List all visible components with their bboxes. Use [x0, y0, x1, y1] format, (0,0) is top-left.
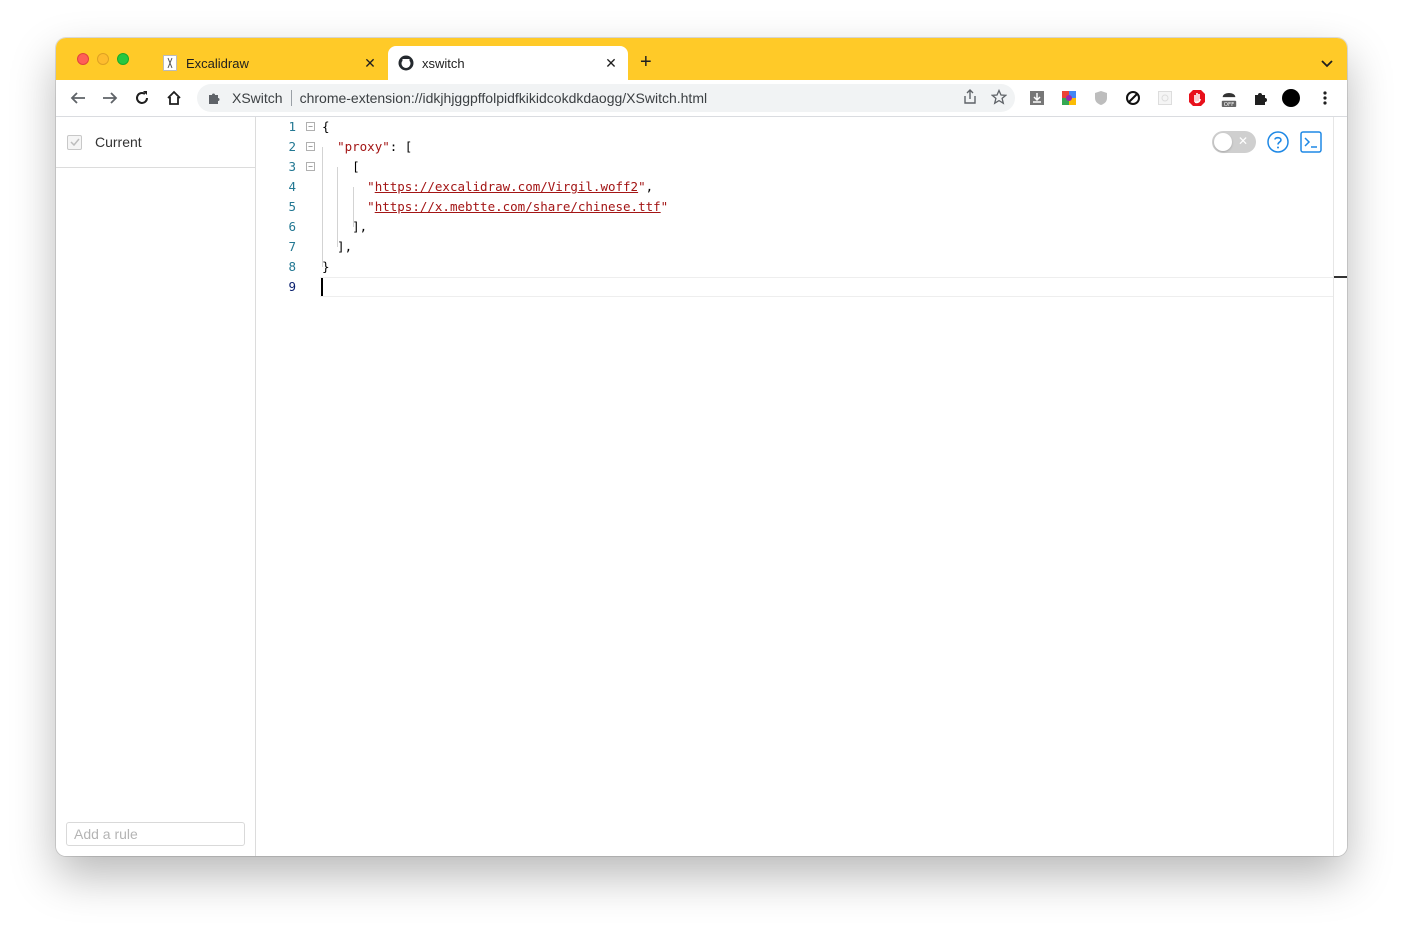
url-link[interactable]: https://x.mebtte.com/share/chinese.ttf [375, 199, 661, 214]
url-text[interactable]: chrome-extension://idkjhjggpffolpidfkiki… [300, 90, 708, 106]
code-line: { [322, 119, 330, 134]
close-tab-icon[interactable]: ✕ [602, 54, 620, 72]
browser-toolbar: XSwitch chrome-extension://idkjhjggpffol… [56, 80, 1347, 117]
json-editor[interactable]: 1 2 3 4 5 6 7 8 9 − − − { "proxy": [ [ "… [256, 117, 1333, 856]
text-caret [321, 278, 323, 296]
excalidraw-icon [162, 55, 178, 71]
github-icon [398, 55, 414, 71]
rule-item-current[interactable]: Current [56, 117, 255, 168]
line-number: 4 [288, 179, 296, 194]
code-line: } [322, 259, 330, 274]
code-line: "https://x.mebtte.com/share/chinese.ttf" [367, 199, 669, 214]
incognito-off-extension-icon[interactable]: OFF [1220, 89, 1238, 108]
fold-toggle-icon[interactable]: − [306, 122, 315, 131]
code-line: "proxy": [ [337, 139, 413, 154]
tab-xswitch[interactable]: xswitch ✕ [388, 46, 628, 80]
line-number: 9 [288, 279, 296, 294]
proxy-toggle[interactable]: ✕ [1212, 131, 1256, 153]
toggle-knob [1214, 133, 1232, 151]
zoom-window-button[interactable] [117, 53, 129, 65]
browser-window: Excalidraw ✕ xswitch ✕ + XSwitch chrome-… [56, 38, 1347, 856]
line-number: 6 [288, 219, 296, 234]
current-line-highlight [320, 277, 1333, 297]
profile-avatar[interactable] [1282, 89, 1300, 107]
close-window-button[interactable] [77, 53, 89, 65]
current-checkbox[interactable] [67, 134, 82, 150]
adblock-extension-icon[interactable] [1188, 89, 1206, 107]
tab-title: Excalidraw [186, 55, 249, 71]
download-extension-icon[interactable] [1028, 89, 1046, 107]
minimize-window-button[interactable] [97, 53, 109, 65]
svg-text:OFF: OFF [1224, 102, 1234, 108]
code-line: ], [322, 219, 368, 234]
scroll-position-marker [1334, 276, 1347, 278]
shield-extension-icon[interactable] [1092, 89, 1110, 107]
fold-toggle-icon[interactable]: − [306, 142, 315, 151]
color-picker-extension-icon[interactable] [1060, 89, 1078, 107]
new-tab-button[interactable]: + [640, 52, 652, 72]
close-tab-icon[interactable]: ✕ [361, 54, 379, 72]
back-icon[interactable] [68, 88, 88, 108]
terminal-icon[interactable] [1300, 131, 1322, 153]
code-line: [ [322, 159, 360, 174]
chevron-down-icon[interactable] [1321, 55, 1333, 73]
code-line: ], [322, 239, 353, 254]
line-number: 8 [288, 259, 296, 274]
reload-icon[interactable] [132, 88, 152, 108]
inactive-extension-icon[interactable] [1156, 89, 1174, 107]
home-icon[interactable] [164, 88, 184, 108]
tab-title: xswitch [422, 55, 465, 71]
block-extension-icon[interactable] [1124, 89, 1142, 107]
line-number: 5 [288, 199, 296, 214]
rules-sidebar: Current [56, 117, 268, 856]
share-icon[interactable] [963, 89, 977, 108]
close-icon: ✕ [1237, 134, 1248, 148]
json-key: "proxy" [337, 139, 390, 154]
forward-icon[interactable] [100, 88, 120, 108]
star-icon[interactable] [990, 88, 1008, 108]
add-rule-input[interactable] [74, 826, 255, 842]
line-number: 3 [288, 159, 296, 174]
line-number: 2 [288, 139, 296, 154]
fold-toggle-icon[interactable]: − [306, 162, 315, 171]
divider [290, 90, 292, 106]
line-number: 7 [288, 239, 296, 254]
tab-excalidraw[interactable]: Excalidraw ✕ [152, 46, 387, 80]
tab-strip: Excalidraw ✕ xswitch ✕ + [56, 38, 1347, 80]
line-number: 1 [288, 119, 296, 134]
help-icon[interactable] [1267, 131, 1289, 153]
code-line: "https://excalidraw.com/Virgil.woff2", [367, 179, 654, 194]
rule-label: Current [95, 134, 142, 150]
add-rule-field[interactable] [66, 822, 268, 846]
more-menu-icon[interactable] [1316, 89, 1334, 107]
url-link[interactable]: https://excalidraw.com/Virgil.woff2 [375, 179, 638, 194]
puzzle-icon [207, 90, 223, 106]
address-bar[interactable]: XSwitch chrome-extension://idkjhjggpffol… [197, 84, 1015, 112]
extension-name: XSwitch [232, 90, 283, 106]
editor-scrollbar[interactable] [1333, 117, 1347, 856]
extensions-puzzle-icon[interactable] [1252, 89, 1270, 107]
